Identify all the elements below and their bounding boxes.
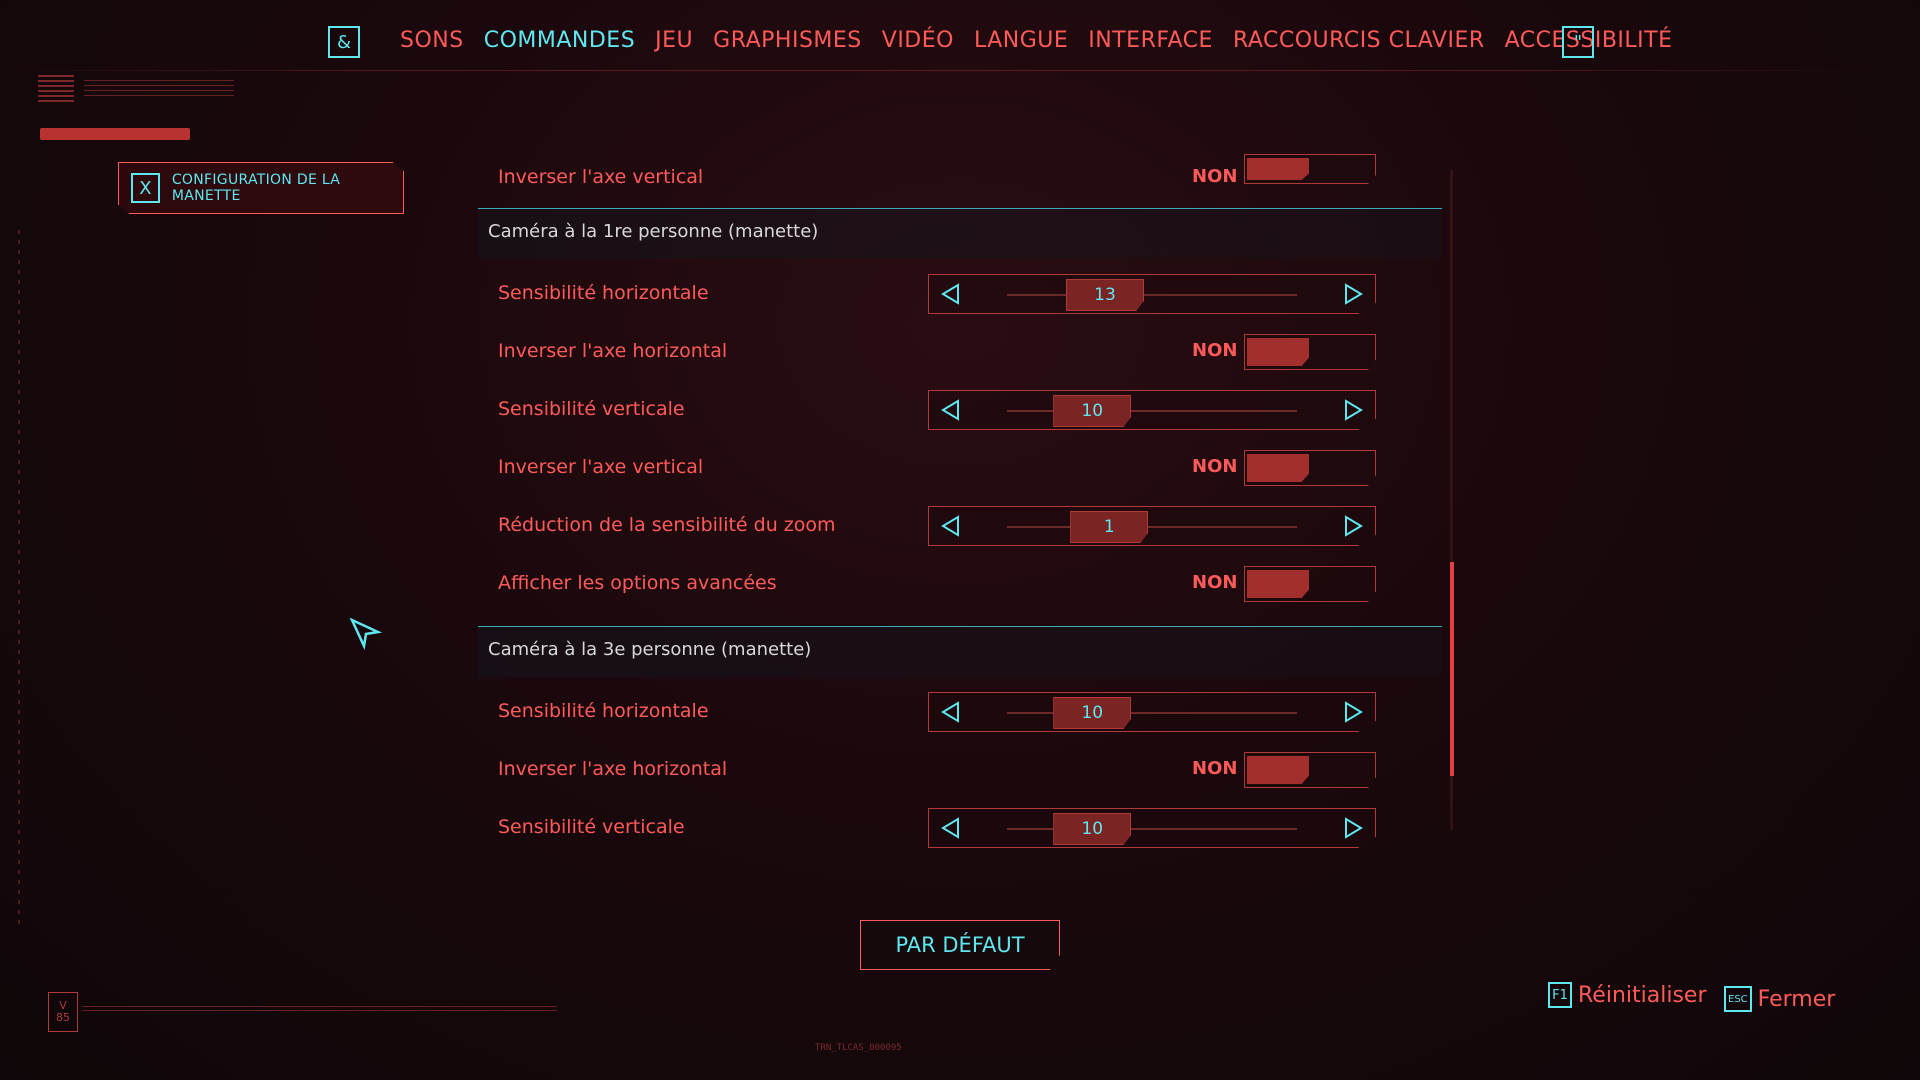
section-title: Caméra à la 3e personne (manette) (488, 639, 812, 660)
x-key-hint: X (131, 173, 160, 203)
close-label: Fermer (1757, 986, 1836, 1012)
controller-configuration-button[interactable]: X CONFIGURATION DE LA MANETTE (118, 162, 404, 214)
decorative-text-block (84, 78, 234, 96)
tab-interface[interactable]: INTERFACE (1088, 28, 1213, 53)
decorative-red-bar (40, 128, 190, 140)
section-title: Caméra à la 1re personne (manette) (488, 221, 819, 242)
setting-row-invert-horizontal[interactable]: Inverser l'axe horizontal NON (478, 324, 1442, 382)
setting-row-advanced-options[interactable]: Afficher les options avancées NON (478, 556, 1442, 614)
esc-key-icon: ESC (1724, 986, 1752, 1012)
tab-list: SONS COMMANDES JEU GRAPHISMES VIDÉO LANG… (400, 28, 1693, 53)
setting-label: Inverser l'axe vertical (498, 456, 704, 478)
toggle-state: NON (1192, 166, 1238, 187)
decrease-arrow-icon[interactable] (939, 816, 963, 840)
decorative-bottom-text (82, 1003, 557, 1011)
decorative-logo (38, 74, 74, 102)
toggle-knob (1247, 158, 1309, 180)
sensitivity-slider[interactable]: 10 (928, 808, 1376, 848)
setting-label: Réduction de la sensibilité du zoom (498, 514, 836, 536)
increase-arrow-icon[interactable] (1341, 514, 1365, 538)
setting-label: Sensibilité horizontale (498, 282, 709, 304)
sensitivity-slider[interactable]: 10 (928, 390, 1376, 430)
slider-track (1007, 294, 1297, 296)
section-header-third-person: Caméra à la 3e personne (manette) (478, 626, 1442, 677)
setting-label: Sensibilité verticale (498, 398, 685, 420)
slider-track (1007, 410, 1297, 412)
decrease-arrow-icon[interactable] (939, 282, 963, 306)
tab-graphismes[interactable]: GRAPHISMES (713, 28, 862, 53)
zoom-sensitivity-slider[interactable]: 1 (928, 506, 1376, 546)
increase-arrow-icon[interactable] (1341, 816, 1365, 840)
setting-row-vertical-sensitivity-3p[interactable]: Sensibilité verticale 10 (478, 800, 1442, 858)
tab-sons[interactable]: SONS (400, 28, 464, 53)
setting-row-invert-horizontal-3p[interactable]: Inverser l'axe horizontal NON (478, 742, 1442, 800)
setting-row-invert-vertical[interactable]: Inverser l'axe vertical NON (478, 440, 1442, 498)
slider-thumb[interactable]: 1 (1070, 511, 1149, 543)
toggle-state: NON (1192, 456, 1238, 477)
increase-arrow-icon[interactable] (1341, 700, 1365, 724)
setting-label: Inverser l'axe horizontal (498, 340, 728, 362)
setting-label: Inverser l'axe vertical (498, 166, 704, 188)
scrollbar-thumb[interactable] (1450, 562, 1454, 776)
version-badge: V 85 (48, 992, 78, 1032)
top-navigation-bar: & SONS COMMANDES JEU GRAPHISMES VIDÉO LA… (0, 0, 1920, 92)
decrease-arrow-icon[interactable] (939, 398, 963, 422)
toggle-knob (1247, 338, 1309, 366)
setting-label: Sensibilité verticale (498, 816, 685, 838)
tab-raccourcis-clavier[interactable]: RACCOURCIS CLAVIER (1233, 28, 1485, 53)
slider-thumb[interactable]: 10 (1053, 395, 1132, 427)
toggle-switch[interactable] (1244, 154, 1376, 184)
toggle-switch[interactable] (1244, 450, 1376, 486)
toggle-switch[interactable] (1244, 566, 1376, 602)
slider-track (1007, 712, 1297, 714)
setting-label: Inverser l'axe horizontal (498, 758, 728, 780)
reset-label: Réinitialiser (1578, 982, 1707, 1008)
slider-thumb[interactable]: 13 (1066, 279, 1144, 311)
close-hint[interactable]: ESC Fermer (1724, 986, 1835, 1012)
slider-track (1007, 526, 1297, 528)
tab-jeu[interactable]: JEU (655, 28, 693, 53)
settings-list: Inverser l'axe vertical NON Caméra à la … (478, 150, 1442, 850)
toggle-state: NON (1192, 572, 1238, 593)
f1-key-icon: F1 (1548, 982, 1572, 1008)
toggle-state: NON (1192, 758, 1238, 779)
setting-label: Afficher les options avancées (498, 572, 777, 594)
section-header-first-person: Caméra à la 1re personne (manette) (478, 208, 1442, 259)
increase-arrow-icon[interactable] (1341, 398, 1365, 422)
sensitivity-slider[interactable]: 13 (928, 274, 1376, 314)
decrease-arrow-icon[interactable] (939, 700, 963, 724)
sensitivity-slider[interactable]: 10 (928, 692, 1376, 732)
slider-track (1007, 828, 1297, 830)
setting-row-horizontal-sensitivity-3p[interactable]: Sensibilité horizontale 10 (478, 684, 1442, 742)
tab-langue[interactable]: LANGUE (974, 28, 1068, 53)
tab-commandes[interactable]: COMMANDES (484, 28, 635, 53)
previous-tab-key-hint[interactable]: & (328, 26, 360, 58)
next-tab-key-hint[interactable]: " (1562, 26, 1594, 58)
toggle-knob (1247, 756, 1309, 784)
toggle-switch[interactable] (1244, 334, 1376, 370)
setting-row-zoom-sensitivity-reduction[interactable]: Réduction de la sensibilité du zoom 1 (478, 498, 1442, 556)
toggle-state: NON (1192, 340, 1238, 361)
build-code: TRN_TLCAS_800095 (815, 1043, 902, 1053)
toggle-knob (1247, 570, 1309, 598)
reset-hint[interactable]: F1 Réinitialiser (1548, 982, 1707, 1008)
tab-video[interactable]: VIDÉO (882, 28, 954, 53)
setting-row-invert-vertical-top[interactable]: Inverser l'axe vertical NON (478, 150, 1442, 208)
increase-arrow-icon[interactable] (1341, 282, 1365, 306)
controller-configuration-label: CONFIGURATION DE LA MANETTE (171, 172, 341, 204)
decorative-vertical-line (18, 230, 20, 930)
setting-row-vertical-sensitivity[interactable]: Sensibilité verticale 10 (478, 382, 1442, 440)
header-divider (0, 70, 1880, 71)
setting-row-horizontal-sensitivity[interactable]: Sensibilité horizontale 13 (478, 266, 1442, 324)
setting-label: Sensibilité horizontale (498, 700, 709, 722)
toggle-switch[interactable] (1244, 752, 1376, 788)
slider-thumb[interactable]: 10 (1053, 697, 1132, 729)
toggle-knob (1247, 454, 1309, 482)
version-badge-bottom: 85 (56, 1011, 70, 1024)
decrease-arrow-icon[interactable] (939, 514, 963, 538)
reset-default-button[interactable]: PAR DÉFAUT (860, 920, 1060, 970)
cursor-icon (350, 618, 382, 650)
slider-thumb[interactable]: 10 (1053, 813, 1132, 845)
